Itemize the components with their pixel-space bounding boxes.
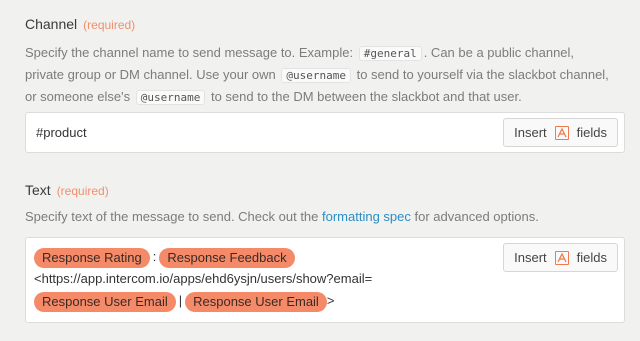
channel-help-text: Specify the channel name to send message… [25, 42, 615, 108]
field-pill-response-feedback[interactable]: Response Feedback [159, 247, 295, 268]
channel-required-tag: (required) [83, 18, 136, 32]
formatting-spec-link[interactable]: formatting spec [322, 209, 411, 224]
text-help-part: for advanced options. [414, 209, 539, 224]
channel-label-text: Channel [25, 16, 78, 32]
insert-label: Insert [514, 250, 547, 265]
channel-insert-fields-button[interactable]: Insert fields [503, 118, 618, 147]
channel-input[interactable]: #product Insert fields [25, 112, 625, 153]
channel-help-part: to send to the DM between the slackbot a… [210, 89, 522, 104]
field-pill-response-rating[interactable]: Response Rating [34, 247, 150, 268]
channel-label: Channel (required) [25, 16, 135, 32]
fields-icon [554, 125, 569, 140]
text-help-part: Specify text of the message to send. Che… [25, 209, 319, 224]
text-url: <https://app.intercom.io/apps/ehd6ysjn/u… [34, 271, 373, 286]
username-code: @username [135, 90, 206, 105]
fields-label: fields [576, 250, 607, 265]
text-input-content: Response Rating: Response Feedback <https… [34, 246, 494, 312]
text-separator: : [152, 249, 157, 264]
text-label-text: Text [25, 182, 51, 198]
text-separator: | [178, 293, 183, 308]
text-tail: > [326, 293, 335, 308]
text-help-text: Specify text of the message to send. Che… [25, 206, 615, 227]
fields-icon [554, 250, 569, 265]
channel-example-code: #general [358, 46, 422, 61]
text-label: Text (required) [25, 182, 109, 198]
insert-label: Insert [514, 125, 547, 140]
text-insert-fields-button[interactable]: Insert fields [503, 243, 618, 272]
username-code: @username [281, 68, 351, 83]
field-pill-response-user-email[interactable]: Response User Email [34, 291, 176, 312]
channel-help-part: Specify the channel name to send message… [25, 45, 354, 60]
text-input[interactable]: Response Rating: Response Feedback <https… [25, 237, 625, 323]
field-pill-response-user-email[interactable]: Response User Email [185, 291, 327, 312]
text-required-tag: (required) [56, 184, 109, 198]
channel-input-value: #product [36, 125, 87, 140]
fields-label: fields [576, 125, 607, 140]
